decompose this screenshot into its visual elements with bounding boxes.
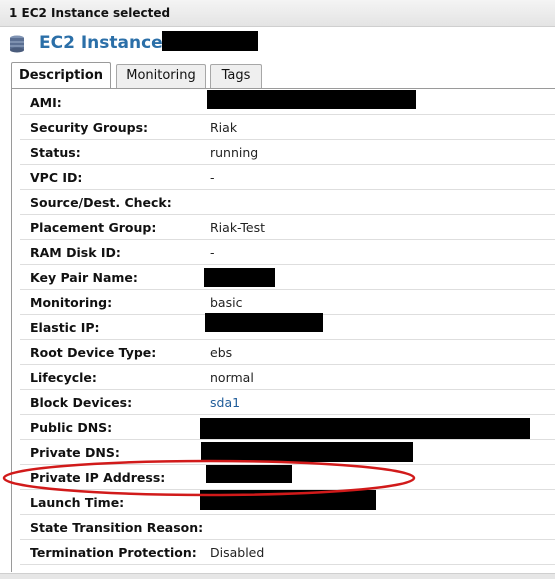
detail-value: Riak-Test	[210, 220, 266, 235]
detail-label: Key Pair Name:	[30, 270, 138, 285]
detail-row-placement-group: Placement Group: Riak-Test	[20, 215, 555, 240]
detail-value: -	[210, 245, 215, 260]
detail-label: Private DNS:	[30, 445, 120, 460]
detail-label: Status:	[30, 145, 81, 160]
detail-label: Source/Dest. Check:	[30, 195, 172, 210]
detail-row-key-pair-name: Key Pair Name:	[20, 265, 555, 290]
detail-row-private-ip-address: Private IP Address:	[20, 465, 555, 490]
redacted-value	[205, 313, 323, 332]
detail-row-status: Status: running	[20, 140, 555, 165]
detail-label: Termination Protection:	[30, 545, 197, 560]
detail-label: Elastic IP:	[30, 320, 100, 335]
detail-value: basic	[210, 295, 243, 310]
detail-row-source-dest-check: Source/Dest. Check:	[20, 190, 555, 215]
detail-row-root-device-type: Root Device Type: ebs	[20, 340, 555, 365]
detail-value: -	[210, 170, 215, 185]
tab-description[interactable]: Description	[11, 62, 111, 90]
detail-row-security-groups: Security Groups: Riak	[20, 115, 555, 140]
tab-tags[interactable]: Tags	[210, 64, 262, 88]
redacted-value	[207, 90, 416, 109]
detail-row-block-devices: Block Devices: sda1	[20, 390, 555, 415]
detail-label: State Transition Reason:	[30, 520, 204, 535]
redacted-value	[206, 465, 292, 483]
tab-bar: Description Monitoring Tags	[0, 62, 555, 90]
page-title: EC2 Instance:	[39, 33, 170, 53]
redacted-value	[200, 418, 530, 439]
detail-label: RAM Disk ID:	[30, 245, 121, 260]
detail-row-monitoring: Monitoring: basic	[20, 290, 555, 315]
block-device-link[interactable]: sda1	[210, 395, 240, 410]
detail-label: Public DNS:	[30, 420, 113, 435]
selection-status-text: 1 EC2 Instance selected	[9, 6, 171, 20]
detail-row-launch-time: Launch Time:	[20, 490, 555, 515]
detail-label: Monitoring:	[30, 295, 113, 310]
detail-row-elastic-ip: Elastic IP:	[20, 313, 555, 340]
detail-label: Private IP Address:	[30, 470, 166, 485]
detail-value: Riak	[210, 120, 238, 135]
instance-header: EC2 Instance:	[0, 29, 555, 57]
redacted-value	[201, 442, 413, 462]
detail-row-termination-protection: Termination Protection: Disabled	[20, 540, 555, 565]
detail-value: ebs	[210, 345, 233, 360]
detail-row-state-transition-reason: State Transition Reason:	[20, 515, 555, 540]
redacted-value	[204, 268, 275, 287]
detail-value: normal	[210, 370, 254, 385]
detail-value: Disabled	[210, 545, 265, 560]
detail-row-vpc-id: VPC ID: -	[20, 165, 555, 190]
redacted-instance-id	[162, 31, 258, 51]
detail-label: AMI:	[30, 95, 62, 110]
detail-row-ram-disk-id: RAM Disk ID: -	[20, 240, 555, 265]
detail-label: VPC ID:	[30, 170, 83, 185]
detail-label: Launch Time:	[30, 495, 125, 510]
detail-row-private-dns: Private DNS:	[20, 440, 555, 465]
detail-row-lifecycle: Lifecycle: normal	[20, 365, 555, 390]
tab-monitoring[interactable]: Monitoring	[116, 64, 206, 88]
bottom-border	[0, 573, 555, 579]
detail-label: Placement Group:	[30, 220, 157, 235]
detail-label: Security Groups:	[30, 120, 149, 135]
selection-status-bar: 1 EC2 Instance selected	[0, 0, 555, 27]
detail-label: Lifecycle:	[30, 370, 97, 385]
detail-label: Root Device Type:	[30, 345, 157, 360]
detail-label: Block Devices:	[30, 395, 133, 410]
redacted-value	[200, 490, 376, 510]
detail-row-public-dns: Public DNS:	[20, 415, 555, 440]
detail-row-ami: AMI:	[20, 90, 555, 115]
database-icon	[10, 35, 24, 53]
detail-value: running	[210, 145, 259, 160]
